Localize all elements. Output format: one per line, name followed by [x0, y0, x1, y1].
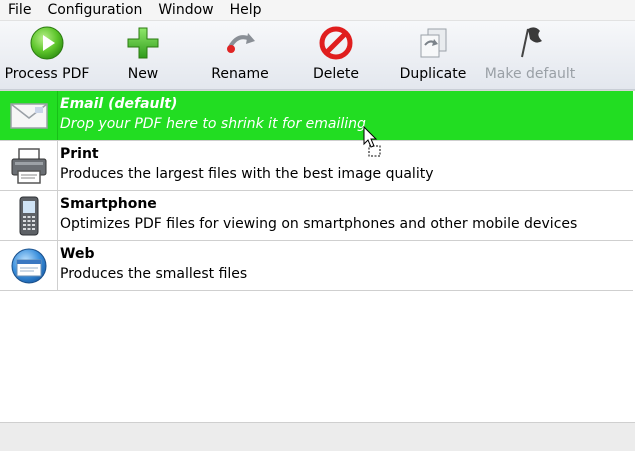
- plus-icon: [122, 21, 164, 65]
- menu-help[interactable]: Help: [222, 0, 270, 20]
- profile-description: Drop your PDF here to shrink it for emai…: [60, 116, 366, 132]
- duplicate-button[interactable]: Duplicate: [396, 21, 470, 89]
- delete-button[interactable]: Delete: [306, 21, 366, 89]
- rename-icon: [219, 21, 261, 65]
- new-button[interactable]: New: [112, 21, 174, 89]
- profile-name: Web: [60, 246, 95, 262]
- status-bar: [0, 422, 635, 451]
- process-pdf-button[interactable]: Process PDF: [4, 21, 90, 89]
- drag-cursor-icon: [363, 125, 385, 158]
- profiles-list: Email (default) Drop your PDF here to sh…: [0, 90, 635, 422]
- profile-item-print[interactable]: Print Produces the largest files with th…: [0, 141, 633, 191]
- profile-name: Smartphone: [60, 196, 157, 212]
- menu-bar: File Configuration Window Help: [0, 0, 635, 21]
- printer-icon: [0, 141, 58, 190]
- profile-item-smartphone[interactable]: Smartphone Optimizes PDF files for viewi…: [0, 191, 633, 241]
- profile-name: Print: [60, 146, 99, 162]
- profile-name: Email (default): [60, 96, 178, 112]
- globe-icon: [0, 241, 58, 290]
- flag-icon: [509, 21, 551, 65]
- profile-item-email[interactable]: Email (default) Drop your PDF here to sh…: [0, 91, 633, 141]
- menu-configuration[interactable]: Configuration: [39, 0, 150, 20]
- envelope-icon: [0, 91, 58, 140]
- menu-window[interactable]: Window: [150, 0, 221, 20]
- menu-file[interactable]: File: [0, 0, 39, 20]
- profile-description: Optimizes PDF files for viewing on smart…: [60, 216, 578, 232]
- make-default-button[interactable]: Make default: [480, 21, 580, 89]
- play-icon: [26, 21, 68, 65]
- profile-description: Produces the largest files with the best…: [60, 166, 434, 182]
- profile-item-web[interactable]: Web Produces the smallest files: [0, 241, 633, 291]
- duplicate-icon: [412, 21, 454, 65]
- smartphone-icon: [0, 191, 58, 240]
- delete-icon: [315, 21, 357, 65]
- toolbar: Process PDF New Rename Delete Duplicate …: [0, 21, 635, 90]
- profile-description: Produces the smallest files: [60, 266, 248, 282]
- rename-button[interactable]: Rename: [206, 21, 274, 89]
